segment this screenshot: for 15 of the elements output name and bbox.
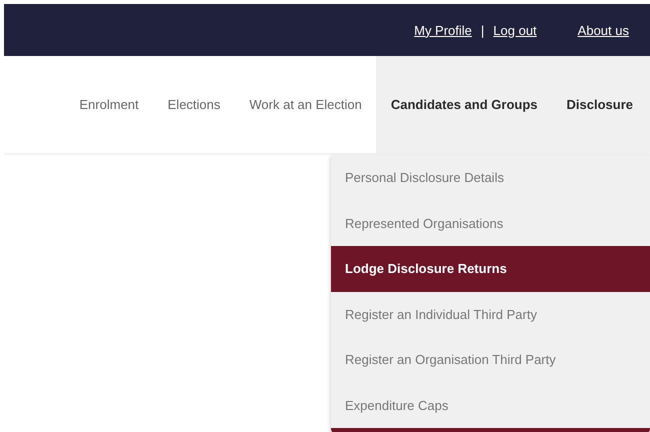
top-link[interactable]: My Profile <box>414 22 472 38</box>
nav-item[interactable]: Work at an Election <box>234 56 376 153</box>
nav-item[interactable]: Candidates and Groups <box>376 56 552 153</box>
menu-item[interactable]: Expenditure Caps <box>331 382 650 428</box>
menu-item[interactable]: Lodge Disclosure Returns <box>331 246 650 292</box>
menu-item[interactable]: Represented Organisations <box>331 200 650 246</box>
nav-item[interactable]: Disclosure <box>552 56 650 153</box>
nav-item[interactable]: Enrolment <box>64 56 154 153</box>
top-link[interactable]: Log out <box>493 22 537 38</box>
menu-item[interactable]: Personal Disclosure Details <box>331 155 650 200</box>
top-link[interactable]: About us <box>578 22 629 38</box>
menu-item[interactable]: Register an Organisation Third Party <box>331 337 650 382</box>
nav-item[interactable]: Elections <box>153 56 235 153</box>
separator: | <box>480 22 484 38</box>
menu-item[interactable]: Register an Individual Third Party <box>331 292 650 337</box>
